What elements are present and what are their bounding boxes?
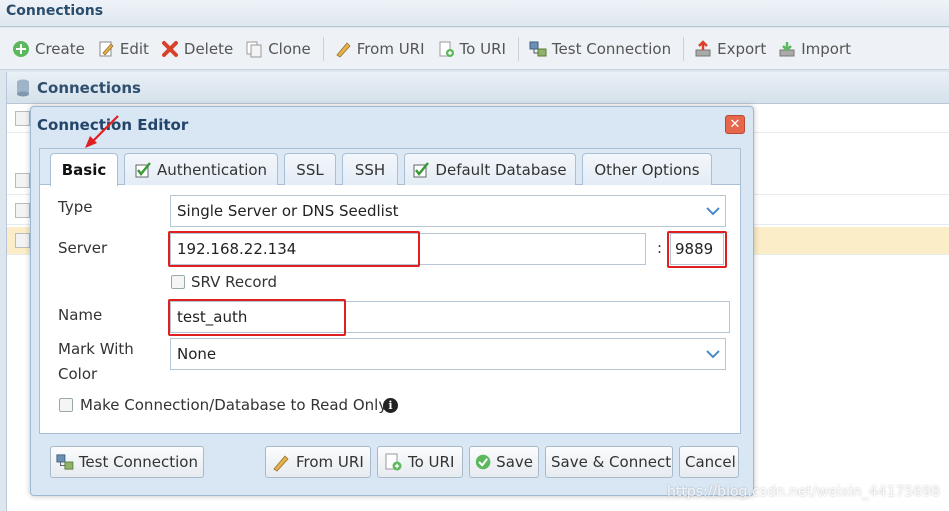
tab-other-options-label: Other Options bbox=[594, 160, 700, 179]
watermark: https://blog.csdn.net/weixin_44175698 bbox=[667, 484, 941, 500]
edit-icon bbox=[99, 41, 114, 56]
chevron-down-icon[interactable] bbox=[701, 196, 725, 226]
to-uri-icon bbox=[385, 453, 402, 471]
from-uri-label: From URI bbox=[356, 39, 425, 58]
save-button[interactable]: Save bbox=[469, 446, 539, 478]
connections-panel-title: Connections bbox=[37, 78, 141, 97]
tab-ssl[interactable]: SSL bbox=[284, 153, 336, 185]
save-connect-button[interactable]: Save & Connect bbox=[545, 446, 673, 478]
tab-ssh-label: SSH bbox=[354, 160, 386, 179]
to-uri-button[interactable]: To URI bbox=[437, 40, 506, 58]
network-icon bbox=[56, 454, 74, 470]
name-label: Name bbox=[58, 306, 103, 324]
check-icon bbox=[135, 161, 151, 177]
toolbar: Create Edit Delete Clone From URI To URI… bbox=[0, 28, 949, 70]
type-select[interactable]: Single Server or DNS Seedlist bbox=[170, 195, 726, 227]
to-uri-dialog-label: To URI bbox=[408, 453, 455, 471]
read-only-label: Make Connection/Database to Read Only bbox=[80, 396, 388, 414]
connection-editor-dialog: Connection Editor ✕ Basic Authentication… bbox=[30, 106, 754, 496]
check-icon bbox=[413, 161, 430, 177]
read-only-checkbox[interactable] bbox=[59, 398, 73, 412]
cancel-button[interactable]: Cancel bbox=[679, 446, 739, 478]
tab-ssl-label: SSL bbox=[296, 160, 324, 179]
info-icon[interactable]: i bbox=[383, 398, 398, 413]
highlight-box bbox=[667, 231, 727, 268]
highlight-box bbox=[168, 231, 420, 267]
chevron-down-icon[interactable] bbox=[701, 339, 725, 369]
to-uri-icon bbox=[439, 41, 454, 57]
database-icon bbox=[17, 79, 29, 96]
mark-color-value: None bbox=[177, 345, 217, 363]
row-checkbox[interactable] bbox=[15, 203, 30, 218]
toolbar-separator bbox=[683, 36, 685, 61]
annotation-arrow-icon bbox=[85, 115, 119, 148]
export-label: Export bbox=[717, 39, 767, 58]
check-circle-icon bbox=[475, 454, 491, 470]
cancel-label: Cancel bbox=[685, 453, 736, 471]
srv-record-label: SRV Record bbox=[191, 273, 277, 291]
dialog-body: Basic Authentication SSL SSH Default Dat… bbox=[39, 148, 741, 434]
test-connection-button[interactable]: Test Connection bbox=[529, 40, 671, 58]
clone-label: Clone bbox=[268, 39, 311, 58]
delete-x-icon bbox=[161, 40, 178, 57]
tab-basic-label: Basic bbox=[61, 161, 107, 179]
type-label: Type bbox=[58, 198, 93, 216]
close-icon[interactable]: ✕ bbox=[725, 115, 745, 134]
server-label: Server bbox=[58, 239, 108, 257]
delete-label: Delete bbox=[183, 39, 234, 58]
tab-authentication[interactable]: Authentication bbox=[124, 153, 278, 185]
to-uri-dialog-button[interactable]: To URI bbox=[377, 446, 463, 478]
tab-default-database[interactable]: Default Database bbox=[404, 153, 576, 185]
tab-basic[interactable]: Basic bbox=[50, 153, 118, 186]
import-label: Import bbox=[801, 39, 852, 58]
clone-button[interactable]: Clone bbox=[245, 40, 311, 58]
test-connection-dialog-button[interactable]: Test Connection bbox=[50, 446, 204, 478]
mark-with-label: Mark With bbox=[58, 340, 134, 358]
srv-record-checkbox[interactable] bbox=[171, 275, 185, 289]
tab-authentication-label: Authentication bbox=[156, 160, 268, 179]
edit-button[interactable]: Edit bbox=[97, 40, 149, 58]
test-connection-dialog-label: Test Connection bbox=[78, 453, 198, 471]
test-connection-label: Test Connection bbox=[551, 39, 672, 58]
port-separator: : bbox=[657, 239, 663, 257]
import-icon bbox=[779, 41, 795, 56]
export-icon bbox=[695, 39, 711, 56]
tab-default-database-label: Default Database bbox=[435, 160, 567, 179]
clone-icon bbox=[246, 41, 262, 57]
color-label: Color bbox=[58, 365, 98, 383]
row-checkbox[interactable] bbox=[15, 173, 30, 188]
import-button[interactable]: Import bbox=[778, 40, 851, 58]
tab-other-options[interactable]: Other Options bbox=[582, 153, 712, 185]
tab-bar: Basic Authentication SSL SSH Default Dat… bbox=[40, 149, 740, 186]
delete-button[interactable]: Delete bbox=[161, 40, 233, 58]
type-select-value: Single Server or DNS Seedlist bbox=[177, 202, 399, 220]
edit-label: Edit bbox=[119, 39, 149, 58]
mark-color-select[interactable]: None bbox=[170, 338, 726, 370]
row-checkbox[interactable] bbox=[15, 233, 30, 248]
toolbar-separator bbox=[322, 36, 324, 61]
from-uri-button[interactable]: From URI bbox=[334, 40, 425, 58]
save-label: Save bbox=[496, 453, 533, 471]
plus-circle-icon bbox=[13, 40, 29, 57]
row-checkbox[interactable] bbox=[15, 111, 30, 126]
create-button[interactable]: Create bbox=[12, 40, 85, 58]
save-connect-label: Save & Connect bbox=[551, 453, 672, 471]
export-button[interactable]: Export bbox=[694, 40, 766, 58]
from-uri-dialog-button[interactable]: From URI bbox=[265, 446, 371, 478]
from-uri-icon bbox=[273, 455, 289, 472]
create-label: Create bbox=[35, 39, 85, 58]
to-uri-label: To URI bbox=[459, 39, 506, 58]
connections-panel-header: Connections bbox=[7, 72, 949, 104]
network-icon bbox=[529, 41, 547, 56]
highlight-box bbox=[168, 299, 346, 336]
from-uri-icon bbox=[336, 41, 351, 57]
toolbar-separator bbox=[517, 36, 519, 61]
tab-ssh[interactable]: SSH bbox=[342, 153, 398, 185]
from-uri-dialog-label: From URI bbox=[296, 453, 364, 471]
window-title: Connections bbox=[0, 0, 949, 27]
